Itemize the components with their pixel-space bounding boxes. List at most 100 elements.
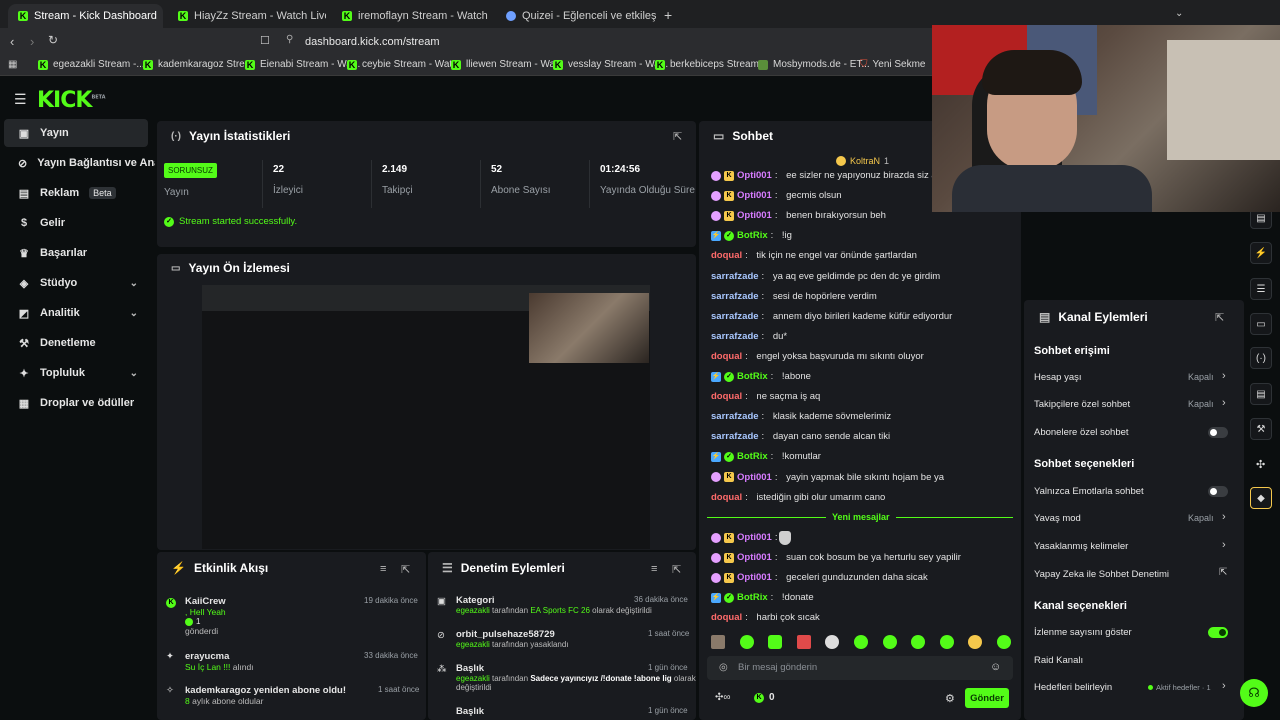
send-button[interactable]: Gönder <box>965 688 1009 708</box>
gear-icon[interactable]: ⚙ <box>945 692 955 705</box>
chat-username[interactable]: Opti001 <box>737 552 772 563</box>
account-age-label[interactable]: Hesap yaşı <box>1034 372 1082 383</box>
chat-username[interactable]: Opti001 <box>737 572 772 583</box>
emote-icon[interactable] <box>796 635 811 649</box>
emote-icon[interactable] <box>853 635 868 649</box>
chevron-right-icon[interactable]: › <box>1222 397 1226 409</box>
chat-username[interactable]: BotRix <box>737 230 768 241</box>
sidebar-item-reklam[interactable]: ▤ Reklam Beta <box>4 179 148 207</box>
raid-channel-label[interactable]: Raid Kanalı <box>1034 655 1083 666</box>
browser-tab[interactable]: K iremoflayn Stream - Watch Live on Ki <box>332 4 490 28</box>
rail-games-icon[interactable]: ✣ <box>1256 458 1265 471</box>
bookmark-icon[interactable]: ☐ <box>260 34 270 47</box>
set-goals-label[interactable]: Hedefleri belirleyin <box>1034 682 1112 693</box>
sidebar-item-yayin[interactable]: ▣ Yayın <box>4 119 148 147</box>
chat-username[interactable]: Opti001 <box>737 210 772 221</box>
popout-icon[interactable]: ⇱ <box>672 563 681 576</box>
browser-tab[interactable]: K HiayZz Stream - Watch Live on Kick <box>168 4 326 28</box>
chat-username[interactable]: Opti001 <box>737 170 772 181</box>
rail-tools-icon[interactable]: ⚒ <box>1250 418 1272 440</box>
sidebar-item-droplar[interactable]: ▦ Droplar ve ödüller <box>4 389 148 417</box>
emote-icon[interactable] <box>882 635 897 649</box>
sidebar-item-stream-key[interactable]: ⊘Yayın Bağlantısı ve Anahtarı <box>4 149 155 177</box>
preview-video[interactable] <box>202 285 650 549</box>
rail-shield-icon[interactable]: ◆ <box>1250 487 1272 509</box>
emote-icon[interactable] <box>739 635 754 649</box>
sidebar-item-topluluk[interactable]: ✦ Topluluk ⌄ <box>4 359 148 387</box>
support-icon[interactable]: ☊ <box>1240 679 1268 707</box>
rail-bolt-icon[interactable]: ⚡ <box>1250 242 1272 264</box>
bookmark-item[interactable]: K Eienabi Stream - Wa... <box>245 59 360 70</box>
popout-icon[interactable]: ⇱ <box>401 563 410 576</box>
external-link-icon[interactable]: ⇱ <box>1219 567 1227 578</box>
subs-only-toggle[interactable] <box>1208 427 1228 438</box>
chat-input[interactable]: Bir mesaj gönderin <box>738 662 817 673</box>
bookmark-item[interactable]: Klliewen Stream - Wa... <box>451 59 563 70</box>
rail-list-icon[interactable]: ☰ <box>1250 278 1272 300</box>
chevron-right-icon[interactable]: › <box>1222 680 1226 692</box>
new-tab-icon[interactable]: + <box>664 7 672 23</box>
slow-mode-label[interactable]: Yavaş mod <box>1034 513 1081 524</box>
rail-channel-icon[interactable]: ▤ <box>1250 383 1272 405</box>
bookmark-item[interactable]: Kceybie Stream - Wat... <box>347 59 461 70</box>
filter-icon[interactable]: ≡ <box>651 563 657 575</box>
bookmark-item[interactable]: Kkademkaragoz Stre... <box>143 59 253 70</box>
chat-username[interactable]: sarrafzade <box>711 411 759 422</box>
bookmark-item[interactable]: ⛉ Yeni Sekme <box>860 59 926 70</box>
banned-words-label[interactable]: Yasaklanmış kelimeler <box>1034 541 1128 552</box>
chat-username[interactable]: BotRix <box>737 592 768 603</box>
reload-icon[interactable]: ↻ <box>48 33 58 47</box>
emoji-picker-icon[interactable]: ☺ <box>990 661 1001 673</box>
chat-username[interactable]: sarrafzade <box>711 311 759 322</box>
chat-username[interactable]: sarrafzade <box>711 291 759 302</box>
emote-icon[interactable] <box>711 635 725 649</box>
chat-username[interactable]: Opti001 <box>737 532 772 543</box>
forward-icon[interactable]: › <box>30 34 34 49</box>
emote-icon[interactable] <box>968 635 983 649</box>
points-balance[interactable]: K0 <box>754 692 775 703</box>
url-input[interactable]: dashboard.kick.com/stream <box>305 36 440 48</box>
bookmark-item[interactable]: Kegeazakli Stream -... <box>38 59 145 70</box>
pinned-user[interactable]: KoltraN 1 <box>836 156 889 166</box>
chevron-right-icon[interactable]: › <box>1222 539 1226 551</box>
sidebar-item-denetleme[interactable]: ⚒ Denetleme <box>4 329 148 357</box>
chevron-right-icon[interactable]: › <box>1222 511 1226 523</box>
site-info-icon[interactable]: ⚲ <box>286 34 293 45</box>
bookmark-item[interactable]: Kvesslay Stream - Wa... <box>553 59 668 70</box>
popout-icon[interactable]: ⇱ <box>673 130 682 143</box>
rail-chat-window-icon[interactable]: ▭ <box>1250 313 1272 335</box>
emote-only-toggle[interactable] <box>1208 486 1228 497</box>
popout-icon[interactable]: ⇱ <box>1215 311 1224 324</box>
emote-icon[interactable] <box>911 635 926 649</box>
browser-tab-active[interactable]: K Stream - Kick Dashboard ✕ <box>8 4 163 28</box>
chat-username[interactable]: Opti001 <box>737 472 772 483</box>
chat-username[interactable]: doqual <box>711 492 742 503</box>
bookmark-item[interactable]: Mosbymods.de - ET... <box>758 59 870 70</box>
chat-username[interactable]: BotRix <box>737 451 768 462</box>
chat-username[interactable]: Opti001 <box>737 190 772 201</box>
chevron-right-icon[interactable]: › <box>1222 370 1226 382</box>
menu-icon[interactable]: ☰ <box>14 91 27 108</box>
chat-username[interactable]: doqual <box>711 391 742 402</box>
chat-username[interactable]: doqual <box>711 612 742 623</box>
chat-username[interactable]: sarrafzade <box>711 431 759 442</box>
emote-icon[interactable] <box>939 635 954 649</box>
kick-logo[interactable]: KICKBETA <box>37 88 106 113</box>
chat-username[interactable]: sarrafzade <box>711 331 759 342</box>
apps-icon[interactable]: ▦ <box>8 59 17 70</box>
chat-username[interactable]: sarrafzade <box>711 271 759 282</box>
browser-tab[interactable]: Quizei - Eğlenceli ve etkileşimli quizle <box>496 4 656 28</box>
chat-username[interactable]: doqual <box>711 351 742 362</box>
emote-icon[interactable] <box>768 635 783 649</box>
chat-username[interactable]: BotRix <box>737 371 768 382</box>
sidebar-item-gelir[interactable]: $ Gelir <box>4 209 148 237</box>
show-viewers-toggle[interactable] <box>1208 627 1228 638</box>
followers-only-label[interactable]: Takipçilere özel sohbet <box>1034 399 1130 410</box>
ai-moderation-label[interactable]: Yapay Zeka ile Sohbet Denetimi <box>1034 569 1169 580</box>
sidebar-item-analitik[interactable]: ◩ Analitik ⌄ <box>4 299 148 327</box>
chat-username[interactable]: doqual <box>711 250 742 261</box>
chat-settings-icon[interactable]: ◎ <box>719 662 728 673</box>
filter-icon[interactable]: ≡ <box>380 563 386 575</box>
back-icon[interactable]: ‹ <box>10 34 14 49</box>
tab-list-icon[interactable]: ⌄ <box>1175 8 1183 19</box>
